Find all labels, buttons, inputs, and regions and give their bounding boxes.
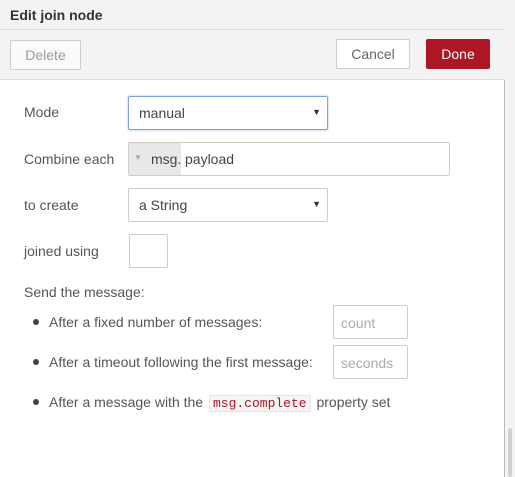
mode-select-value: manual: [139, 105, 185, 121]
tray-header: Edit join node: [0, 0, 505, 30]
complete-line: After a message with the msg.complete pr…: [49, 394, 390, 412]
mode-label: Mode: [24, 104, 60, 120]
complete-code: msg.complete: [208, 395, 311, 412]
timeout-input[interactable]: seconds: [333, 345, 408, 379]
property-type-button[interactable]: ▼ msg.: [129, 143, 181, 175]
scrollbar-track[interactable]: [505, 0, 515, 477]
list-bullet: [33, 319, 39, 325]
scrollbar-thumb[interactable]: [508, 428, 512, 477]
edit-tray: Edit join node Delete Cancel Done Mode m…: [0, 0, 505, 477]
combine-label: Combine each: [24, 151, 115, 167]
build-select[interactable]: a String ▼: [128, 188, 328, 222]
list-bullet: [33, 399, 39, 405]
count-placeholder: count: [341, 315, 376, 331]
send-heading: Send the message:: [24, 284, 145, 300]
create-label: to create: [24, 197, 79, 213]
caret-down-icon: ▼: [312, 199, 321, 209]
tray-title: Edit join node: [10, 7, 103, 23]
property-typed-input[interactable]: ▼ msg. payload: [128, 142, 450, 176]
cancel-button[interactable]: Cancel: [336, 39, 410, 69]
done-button[interactable]: Done: [426, 39, 490, 69]
caret-down-icon: ▼: [312, 107, 321, 117]
property-type-prefix: msg.: [151, 151, 182, 167]
joiner-label: joined using: [24, 243, 99, 259]
count-input[interactable]: count: [333, 305, 408, 339]
build-select-value: a String: [139, 197, 188, 213]
property-value: payload: [185, 151, 235, 167]
mode-select[interactable]: manual ▼: [128, 96, 328, 130]
tray-toolbar: Delete Cancel Done: [0, 30, 505, 80]
delete-button[interactable]: Delete: [10, 40, 81, 70]
count-text: After a fixed number of messages:: [49, 314, 263, 330]
timeout-text: After a timeout following the first mess…: [49, 354, 313, 370]
complete-text-before: After a message with the: [49, 394, 204, 410]
joiner-input[interactable]: [129, 234, 168, 268]
list-bullet: [33, 359, 39, 365]
timeout-placeholder: seconds: [341, 355, 394, 371]
complete-text-after: property set: [316, 394, 391, 410]
caret-down-icon: ▼: [134, 153, 142, 162]
